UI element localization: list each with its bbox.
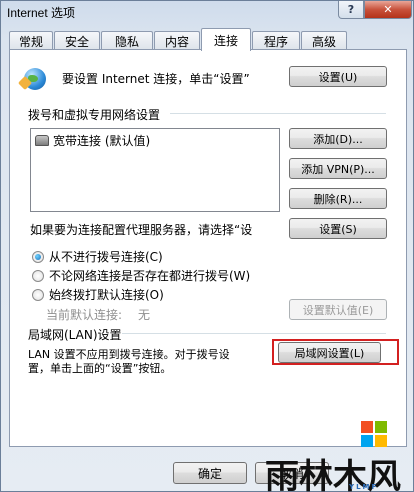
connection-list[interactable]: 宽带连接 (默认值) — [30, 128, 280, 212]
radio-label: 从不进行拨号连接(C) — [49, 250, 163, 264]
close-button[interactable]: ✕ — [364, 1, 412, 19]
tab-connections[interactable]: 连接 — [201, 28, 251, 51]
current-default-label: 当前默认连接: — [46, 308, 123, 322]
watermark-subtext: YLMF — [349, 483, 379, 491]
add-button[interactable]: 添加(D)... — [289, 128, 387, 149]
lan-section-title: 局域网(LAN)设置 — [28, 328, 122, 342]
tab-general[interactable]: 常规 — [9, 31, 53, 50]
proxy-settings-button[interactable]: 设置(S) — [289, 218, 387, 239]
window-title: Internet 选项 — [7, 6, 76, 20]
title-bar: Internet 选项 ? ✕ — [1, 1, 414, 25]
connections-panel: 要设置 Internet 连接，单击“设置” 设置(U) 拨号和虚拟专用网络设置… — [9, 49, 407, 447]
radio-never-dial[interactable]: 从不进行拨号连接(C) — [32, 248, 163, 265]
radio-indicator — [32, 288, 44, 301]
dialup-section-title: 拨号和虚拟专用网络设置 — [28, 108, 161, 122]
windows-logo-icon — [361, 421, 387, 447]
proxy-text: 如果要为连接配置代理服务器，请选择“设 — [30, 223, 253, 237]
highlight-box — [272, 339, 399, 365]
radio-label: 不论网络连接是否存在都进行拨号(W) — [49, 269, 251, 283]
dialup-connection-icon — [35, 135, 49, 146]
add-vpn-button[interactable]: 添加 VPN(P)... — [289, 158, 387, 179]
list-item[interactable]: 宽带连接 (默认值) — [35, 132, 150, 149]
section-divider — [170, 113, 386, 114]
tab-content[interactable]: 内容 — [154, 31, 200, 50]
radio-label: 始终拨打默认连接(O) — [49, 288, 164, 302]
tab-programs[interactable]: 程序 — [252, 31, 300, 50]
current-default-value: 无 — [138, 308, 151, 322]
section-divider — [122, 333, 386, 334]
internet-options-dialog: Internet 选项 ? ✕ 常规 安全 隐私 内容 连接 程序 高级 要设置… — [0, 0, 414, 492]
setup-button[interactable]: 设置(U) — [289, 66, 387, 87]
radio-dial-when-no-network[interactable]: 不论网络连接是否存在都进行拨号(W) — [32, 267, 250, 284]
radio-indicator — [32, 250, 44, 263]
setup-text: 要设置 Internet 连接，单击“设置” — [62, 72, 250, 86]
remove-button[interactable]: 删除(R)... — [289, 188, 387, 209]
radio-indicator — [32, 269, 44, 282]
tab-bar: 常规 安全 隐私 内容 连接 程序 高级 — [9, 28, 409, 51]
tab-advanced[interactable]: 高级 — [301, 31, 347, 50]
lan-description-line2: 置，单击上面的“设置”按钮。 — [28, 362, 172, 375]
tab-security[interactable]: 安全 — [54, 31, 100, 50]
set-default-button[interactable]: 设置默认值(E) — [289, 299, 387, 320]
ok-button[interactable]: 确定 — [173, 462, 247, 484]
help-button[interactable]: ? — [338, 1, 364, 19]
watermark-text: 雨林木风 — [265, 457, 401, 492]
watermark: 雨林木风 YLMF — [257, 415, 414, 492]
radio-always-dial-default[interactable]: 始终拨打默认连接(O) — [32, 286, 164, 303]
connection-label: 宽带连接 (默认值) — [53, 134, 151, 148]
tab-privacy[interactable]: 隐私 — [101, 31, 153, 50]
